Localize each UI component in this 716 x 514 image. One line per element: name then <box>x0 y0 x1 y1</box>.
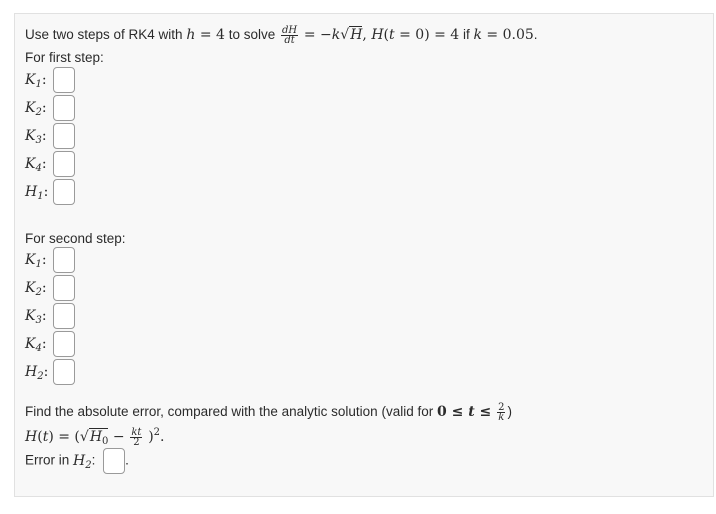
step1-h1-input[interactable] <box>53 179 75 205</box>
first-step-heading: For first step: <box>25 50 104 65</box>
step2-k1-input[interactable] <box>53 247 75 273</box>
step1-k3-input[interactable] <box>53 123 75 149</box>
error-instructions: Find the absolute error, compared with t… <box>25 402 512 423</box>
error-h2-input[interactable] <box>103 448 126 474</box>
step2-k4-input[interactable] <box>53 331 75 357</box>
step2-k3-input[interactable] <box>53 303 75 329</box>
step2-k2-input[interactable] <box>53 275 75 301</box>
step1-k1-input[interactable] <box>53 67 75 93</box>
second-step-heading: For second step: <box>25 231 126 246</box>
step1-k2-input[interactable] <box>53 95 75 121</box>
question-card: Use two steps of RK4 with h = 4 to solve… <box>14 13 714 497</box>
analytic-solution: H(t) = (√H0 − kt 2 )2. <box>25 426 165 448</box>
question-statement: Use two steps of RK4 with h = 4 to solve… <box>25 25 538 46</box>
step2-h2-input[interactable] <box>53 359 75 385</box>
error-row: Error in H2: . <box>25 448 129 474</box>
step1-k4-input[interactable] <box>53 151 75 177</box>
